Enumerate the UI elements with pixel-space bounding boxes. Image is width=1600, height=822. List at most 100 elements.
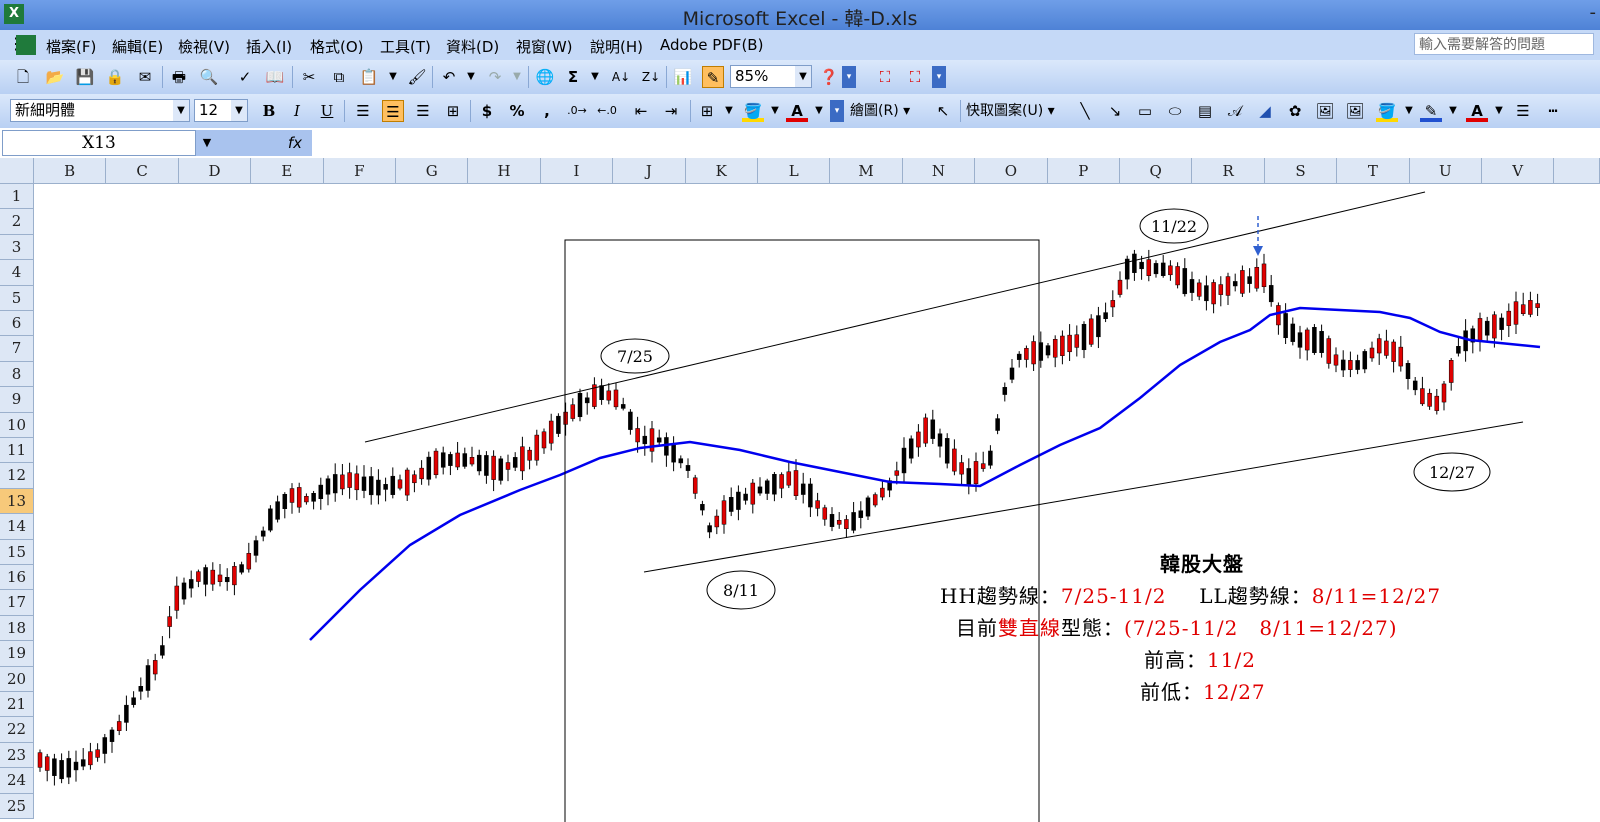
candle-body-14 [138,686,144,692]
candle-body-99 [750,482,756,505]
candle-body-207 [1528,300,1533,315]
candle-body-27 [232,566,237,586]
candle-body-164 [1218,284,1224,295]
candle-body-135 [1009,367,1015,380]
candle-body-121 [908,438,914,459]
candle-body-104 [786,471,792,486]
candle-body-5 [73,761,79,771]
candle-body-31 [260,530,266,537]
candle-body-38 [311,493,316,502]
annotation-line-2: 目前雙直線型態：(7/25-11/2 8/11=12/27) [956,612,1398,641]
annotation-line-4: 前低：12/27 [1140,676,1266,705]
candle-body-74 [570,404,576,419]
candle-body-167 [1240,270,1245,294]
candle-body-192 [1420,388,1425,405]
candle-body-78 [599,385,604,400]
candle-body-126 [944,438,950,464]
candle-body-103 [779,474,784,489]
candle-body-169 [1254,266,1260,289]
candle-body-53 [419,467,424,480]
candle-body-152 [1132,253,1137,273]
candle-body-189 [1398,346,1404,367]
candle-body-67 [520,446,525,472]
candle-body-113 [851,512,856,531]
candle-body-65 [505,462,511,470]
candle-body-87 [664,437,669,456]
candle-body-35 [289,488,295,503]
candle-body-125 [937,433,943,447]
ll-label: LL趨勢線： [1199,584,1312,608]
ll-value: 8/11=12/27 [1311,584,1442,608]
previous-high-label: 前高： [1144,648,1207,672]
candle-body-150 [1117,279,1123,295]
candle-body-140 [1045,345,1051,356]
candle-body-44 [354,473,360,491]
candle-body-190 [1405,363,1411,379]
ll-trendline [643,421,1524,573]
candle-body-72 [556,415,561,434]
candle-body-19 [174,585,180,611]
candle-body-41 [332,474,338,494]
candle-body-124 [930,419,936,439]
candle-body-131 [980,463,986,469]
candle-body-173 [1283,313,1288,339]
candle-body-134 [1002,387,1008,395]
candle-body-160 [1189,279,1195,293]
candle-body-101 [764,480,770,494]
label-12-27-text: 12/27 [1429,463,1475,482]
candle-body-158 [1175,266,1180,286]
candle-body-51 [404,469,410,496]
candle-body-197 [1456,346,1461,354]
annotation-line-1: HH趨勢線：7/25-11/2 LL趨勢線：8/11=12/27 [940,580,1441,609]
candle-body-88 [671,444,676,463]
candle-body-129 [966,468,972,486]
candle-body-59 [462,453,468,467]
candle-body-22 [196,571,201,582]
candle-body-194 [1434,395,1440,411]
candle-body-39 [318,484,324,499]
pattern-value: (7/25-11/2 8/11=12/27) [1124,616,1398,640]
candle-body-123 [923,417,928,444]
candle-body-187 [1384,340,1389,356]
candle-body-182 [1348,360,1353,370]
candle-body-115 [865,497,871,517]
pattern-label: 型態： [1061,616,1124,640]
annotation-title: 韓股大盤 [1160,552,1244,576]
candle-body-64 [498,458,504,481]
previous-high-value: 11/2 [1207,648,1256,672]
candle-body-145 [1081,323,1087,351]
candle-body-128 [959,462,964,475]
candle-body-186 [1376,338,1382,354]
candle-body-183 [1355,360,1360,370]
candle-body-8 [95,749,100,758]
candle-body-202 [1492,314,1497,339]
candle-body-178 [1319,331,1324,353]
candle-body-56 [440,452,446,468]
candle-body-73 [563,411,568,425]
candle-body-110 [829,514,835,527]
candle-body-10 [109,729,115,742]
candle-body-143 [1067,334,1072,353]
label-8-11-text: 8/11 [723,581,759,600]
candle-body-13 [131,697,136,705]
candle-body-54 [426,456,432,480]
candle-body-188 [1391,341,1396,362]
candle-body-57 [448,454,453,466]
candle-body-157 [1168,265,1173,276]
candle-body-168 [1247,276,1252,284]
candle-body-42 [340,474,345,490]
candle-body-82 [628,411,633,430]
candle-body-24 [210,569,216,585]
candle-body-91 [692,477,698,494]
candle-body-102 [772,474,777,495]
candle-body-116 [872,494,878,506]
candle-body-105 [793,470,799,496]
candle-body-33 [275,501,280,520]
candle-body-159 [1182,268,1188,295]
candle-body-49 [390,475,396,495]
candle-body-203 [1499,317,1504,330]
candle-body-208 [1535,303,1540,308]
candle-body-155 [1153,263,1159,275]
candle-body-166 [1232,281,1238,287]
candle-body-204 [1506,310,1512,326]
